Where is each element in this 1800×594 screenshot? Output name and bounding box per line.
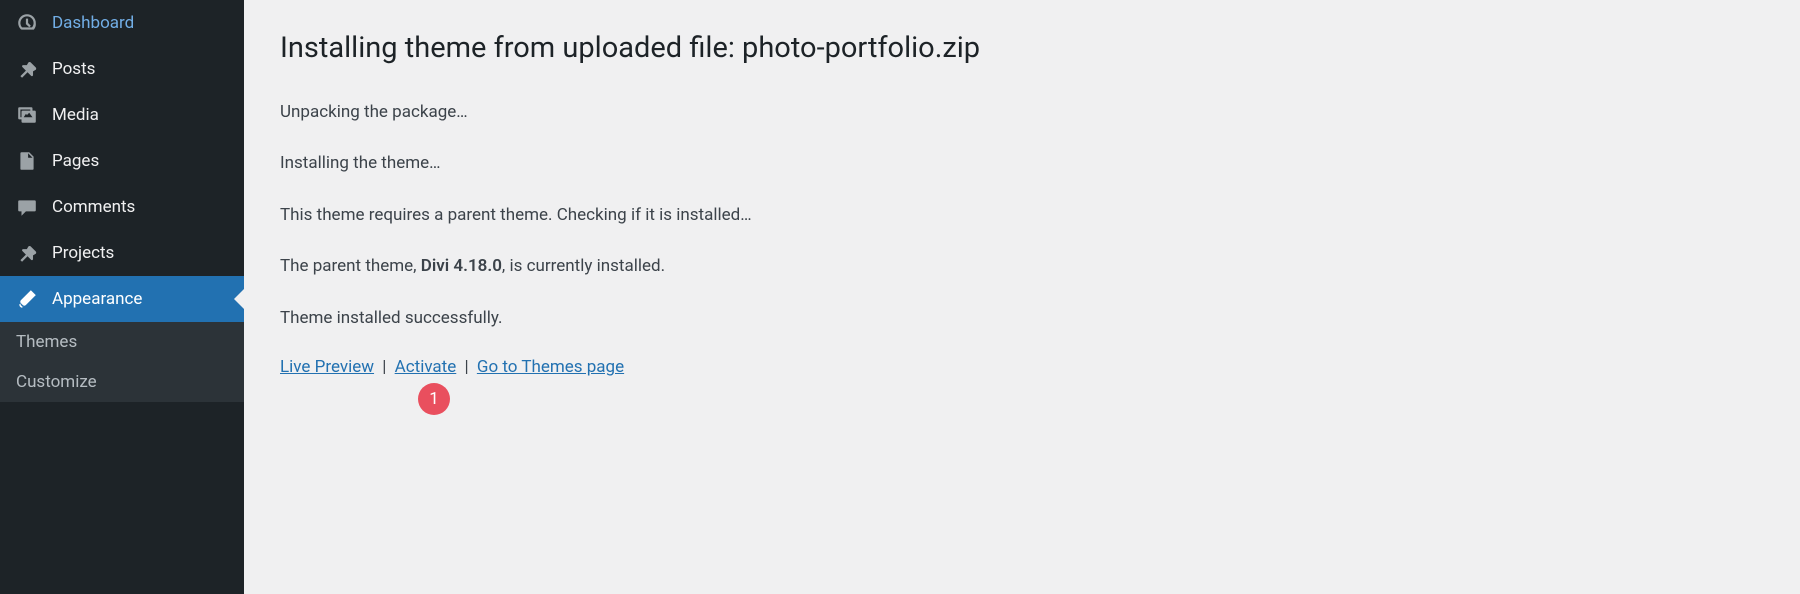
sidebar-item-appearance[interactable]: Appearance — [0, 276, 244, 322]
comment-icon — [16, 196, 38, 218]
sidebar-item-label: Media — [52, 105, 99, 125]
themes-page-link[interactable]: Go to Themes page — [477, 357, 624, 377]
status-success: Theme installed successfully. — [280, 306, 1764, 332]
separator: | — [378, 357, 390, 377]
status-unpacking: Unpacking the package… — [280, 100, 1764, 126]
sidebar-item-label: Projects — [52, 243, 114, 263]
media-icon — [16, 104, 38, 126]
status-installing: Installing the theme… — [280, 151, 1764, 177]
sidebar-sub-label: Themes — [16, 332, 77, 352]
status-parent-check: This theme requires a parent theme. Chec… — [280, 203, 1764, 229]
parent-theme-name: Divi 4.18.0 — [421, 256, 502, 276]
sidebar-item-dashboard[interactable]: Dashboard — [0, 0, 244, 46]
sidebar-item-label: Pages — [52, 151, 99, 171]
sidebar-item-pages[interactable]: Pages — [0, 138, 244, 184]
dashboard-icon — [16, 12, 38, 34]
sidebar-item-label: Comments — [52, 197, 135, 217]
pin-icon — [16, 242, 38, 264]
separator: | — [460, 357, 472, 377]
sidebar-submenu: Themes Customize — [0, 322, 244, 402]
action-links: Live Preview | Activate | Go to Themes p… — [280, 357, 1764, 377]
annotation-badge: 1 — [418, 383, 450, 415]
status-parent-installed: The parent theme, Divi 4.18.0, is curren… — [280, 254, 1764, 280]
activate-link[interactable]: Activate — [395, 357, 457, 377]
sidebar-item-comments[interactable]: Comments — [0, 184, 244, 230]
sidebar-item-label: Dashboard — [52, 13, 134, 33]
main-content: Installing theme from uploaded file: pho… — [244, 0, 1800, 594]
sidebar-item-posts[interactable]: Posts — [0, 46, 244, 92]
pin-icon — [16, 58, 38, 80]
sidebar-sub-customize[interactable]: Customize — [0, 362, 244, 402]
sidebar-item-media[interactable]: Media — [0, 92, 244, 138]
sidebar-item-projects[interactable]: Projects — [0, 230, 244, 276]
admin-sidebar: Dashboard Posts Media Pages Comments Pro… — [0, 0, 244, 594]
sidebar-item-label: Posts — [52, 59, 95, 79]
sidebar-item-label: Appearance — [52, 289, 142, 309]
live-preview-link[interactable]: Live Preview — [280, 357, 374, 377]
brush-icon — [16, 288, 38, 310]
sidebar-sub-label: Customize — [16, 372, 97, 392]
page-icon — [16, 150, 38, 172]
sidebar-sub-themes[interactable]: Themes — [0, 322, 244, 362]
page-title: Installing theme from uploaded file: pho… — [280, 30, 1764, 68]
